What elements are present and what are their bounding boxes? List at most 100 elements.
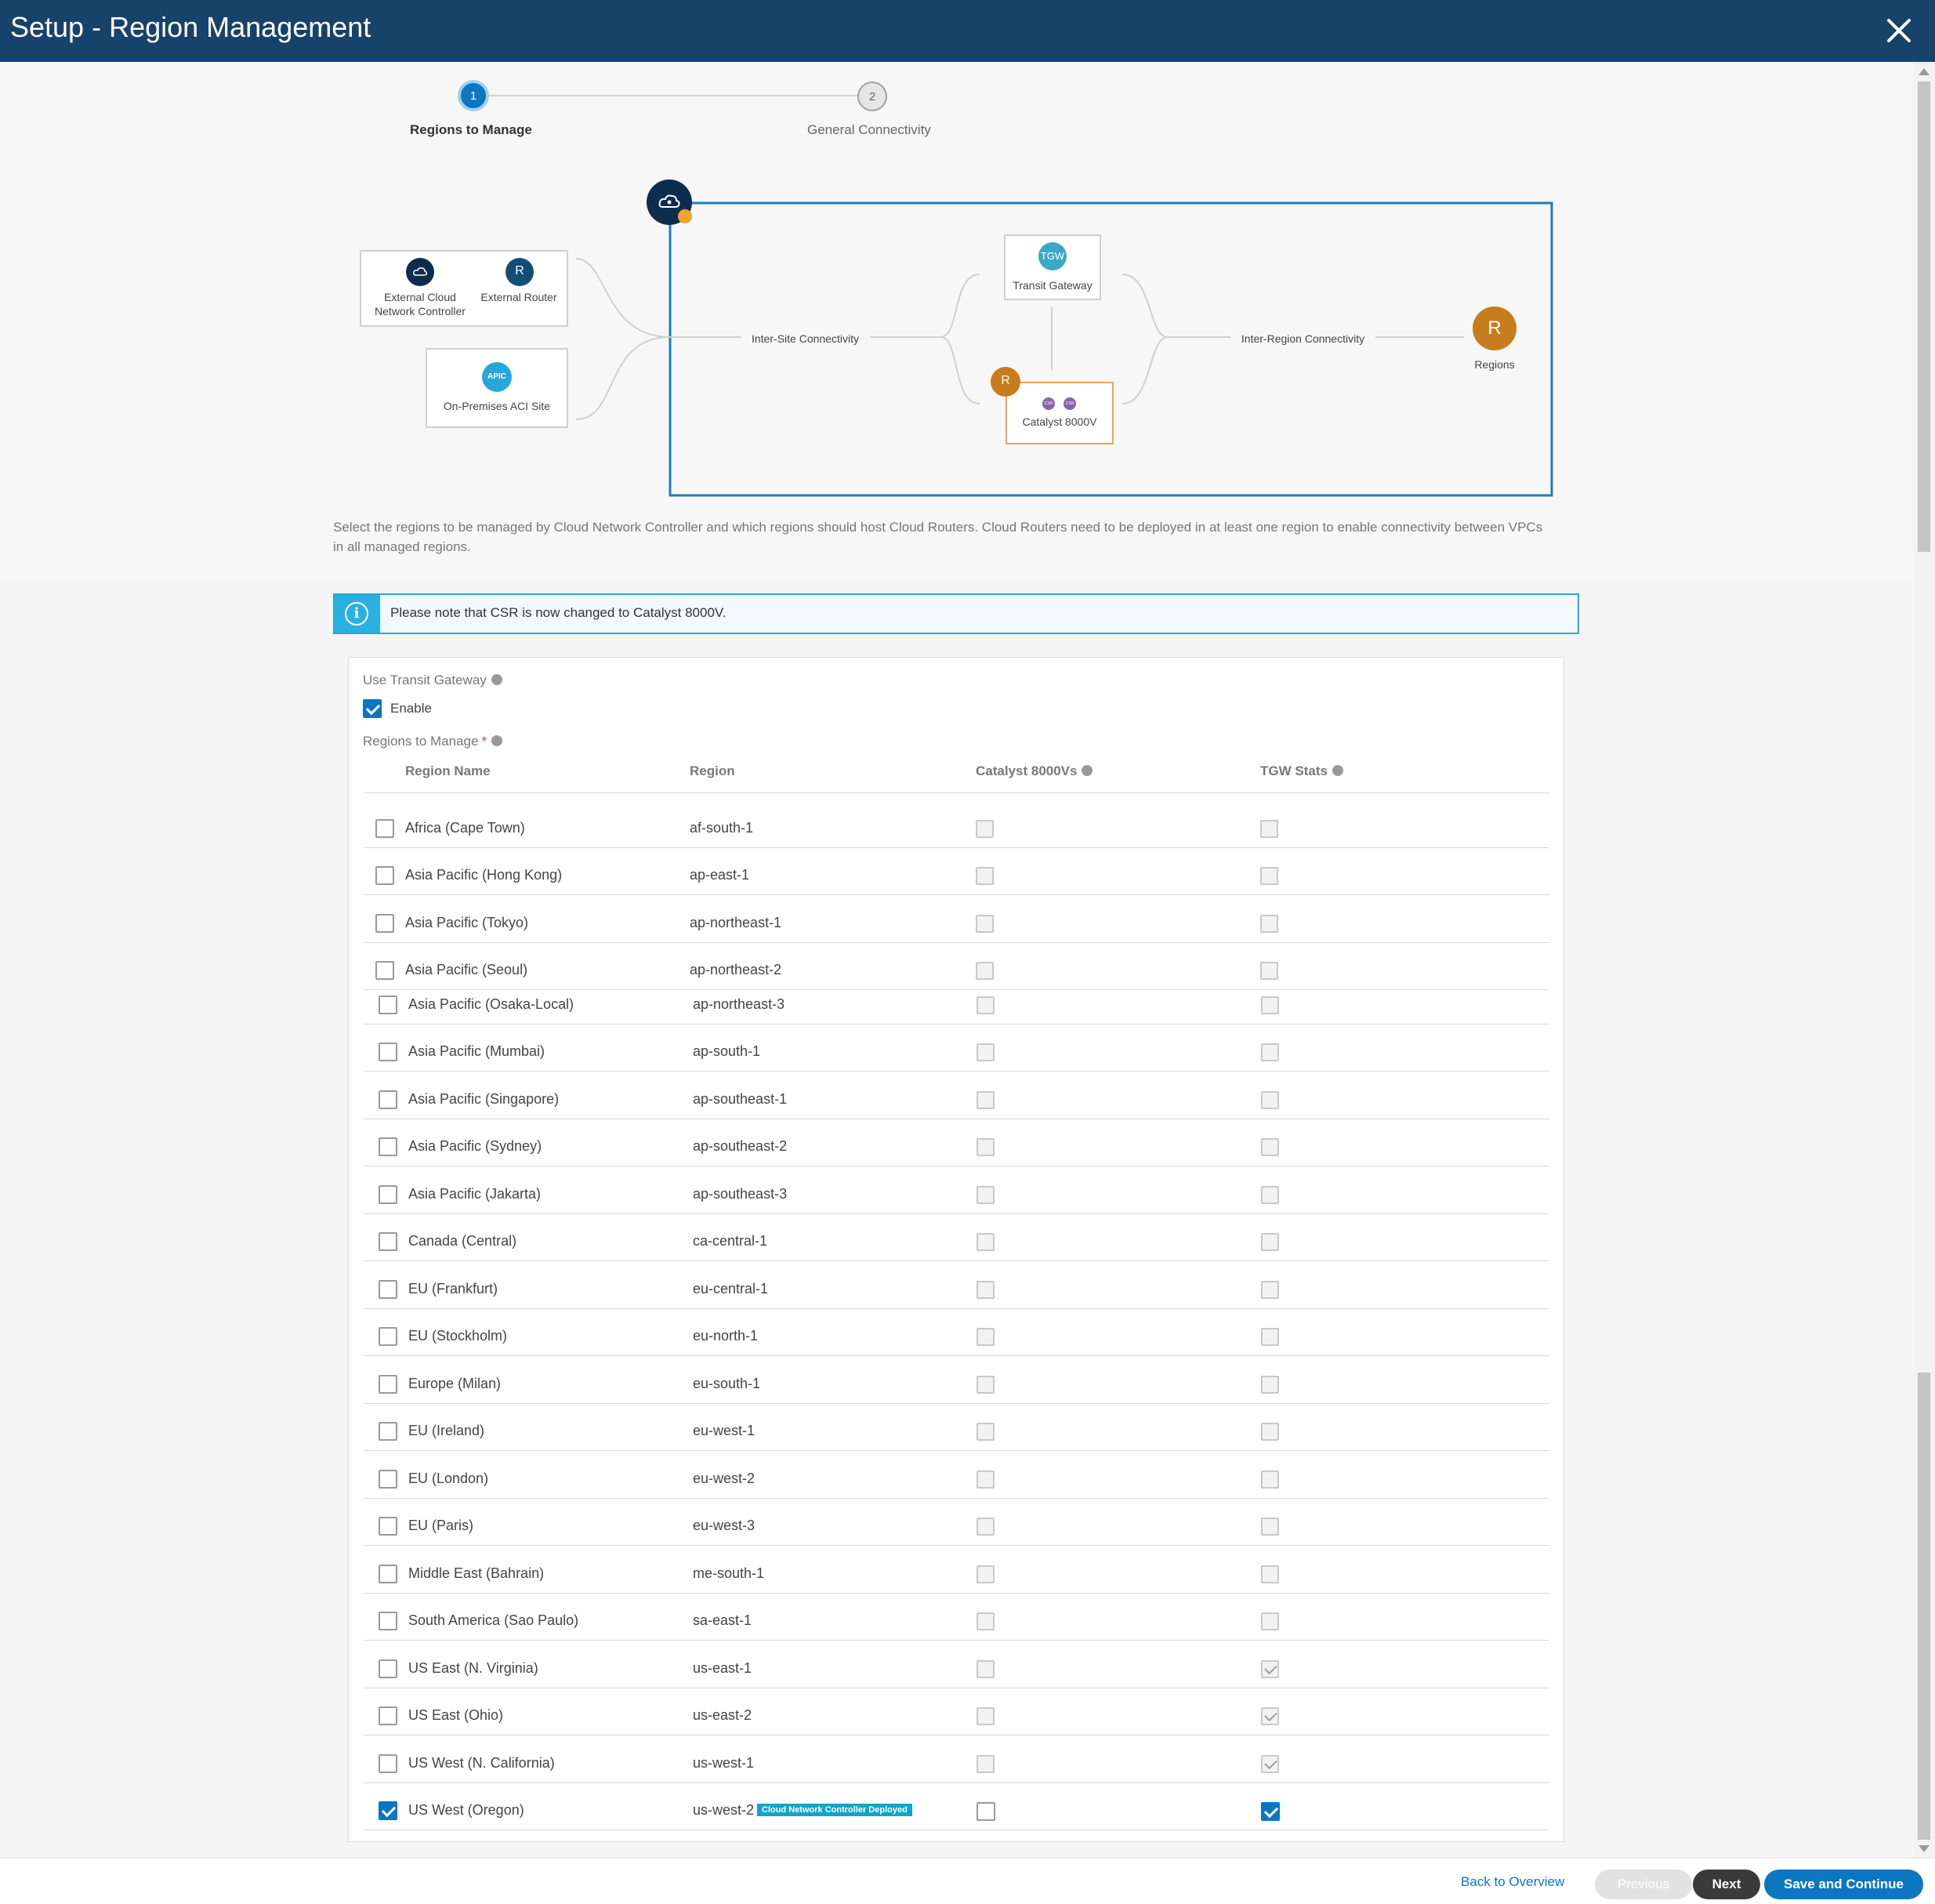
row-select-checkbox[interactable]	[379, 1706, 397, 1725]
row-select-checkbox[interactable]	[379, 1137, 397, 1156]
row-select-checkbox[interactable]	[379, 1375, 397, 1394]
step-2-indicator[interactable]: 2	[857, 82, 887, 111]
close-icon[interactable]	[1884, 16, 1914, 45]
regions-icon: R	[1487, 317, 1502, 339]
table-header-divider	[364, 792, 1549, 793]
region-name-cell: Europe (Milan)	[408, 1376, 502, 1391]
back-to-overview-link[interactable]: Back to Overview	[1461, 1874, 1564, 1890]
region-code-text: ap-east-1	[690, 867, 750, 883]
region-name-cell: Asia Pacific (Sydney)	[408, 1138, 542, 1154]
enable-tgw-checkbox[interactable]	[363, 699, 382, 718]
region-code-cell: ap-southeast-3	[693, 1186, 787, 1202]
row-divider	[364, 1260, 1549, 1261]
row-select-checkbox[interactable]	[379, 1565, 397, 1583]
tgw-stats-checkbox	[1261, 1707, 1279, 1725]
row-divider	[364, 1640, 1549, 1641]
tgw-stats-checkbox[interactable]	[1261, 1802, 1280, 1821]
row-select-checkbox[interactable]	[379, 1517, 397, 1536]
interregion-label: Inter-Region Connectivity	[1230, 332, 1375, 346]
row-select-checkbox[interactable]	[379, 1470, 397, 1489]
row-select-checkbox[interactable]	[375, 866, 394, 885]
step-1-indicator[interactable]: 1	[458, 80, 489, 111]
region-code-cell: sa-east-1	[693, 1612, 752, 1629]
help-icon[interactable]	[491, 735, 503, 747]
row-divider	[364, 1545, 1549, 1546]
region-code-text: us-east-1	[693, 1660, 752, 1676]
tgw-stats-checkbox	[1261, 1281, 1279, 1299]
tgw-stats-checkbox	[1261, 1518, 1279, 1536]
scroll-up-arrow[interactable]	[1919, 68, 1930, 75]
region-code-cell: ap-southeast-1	[693, 1091, 787, 1108]
help-icon[interactable]	[1332, 765, 1343, 777]
tgw-stats-checkbox	[1260, 962, 1278, 980]
row-select-checkbox[interactable]	[379, 1232, 397, 1251]
csr-icon-1: CSR	[1044, 401, 1053, 406]
previous-button[interactable]: Previous	[1595, 1870, 1692, 1899]
catalyst-checkbox	[976, 820, 994, 838]
help-icon[interactable]	[1082, 765, 1093, 777]
row-select-checkbox[interactable]	[379, 996, 397, 1014]
column-catalyst[interactable]: Catalyst 8000Vs	[976, 763, 1093, 779]
row-select-checkbox[interactable]	[375, 914, 394, 933]
region-name-cell: Canada (Central)	[408, 1233, 517, 1249]
region-name-cell: Asia Pacific (Seoul)	[405, 962, 528, 977]
region-code-text: ca-central-1	[693, 1233, 768, 1249]
required-mark: *	[481, 734, 487, 749]
tgw-stats-checkbox	[1260, 820, 1278, 838]
region-code-text: us-west-1	[693, 1755, 755, 1771]
notice-text: Please note that CSR is now changed to C…	[390, 605, 727, 620]
catalyst-checkbox	[977, 1091, 995, 1109]
regions-to-manage-text: Regions to Manage	[363, 734, 479, 749]
region-code-cell: eu-west-1	[693, 1423, 755, 1439]
scrollbar-thumb-lower[interactable]	[1918, 1373, 1930, 1840]
row-select-checkbox[interactable]	[379, 1422, 397, 1441]
tgw-stats-checkbox	[1261, 996, 1279, 1014]
region-code-text: eu-central-1	[693, 1281, 769, 1297]
region-name-cell: EU (Frankfurt)	[408, 1281, 498, 1297]
next-button[interactable]: Next	[1693, 1870, 1760, 1899]
region-code-text: eu-west-2	[693, 1471, 756, 1486]
scroll-down-arrow[interactable]	[1919, 1845, 1930, 1852]
region-code-cell: us-east-1	[693, 1660, 752, 1677]
scrollbar-thumb[interactable]	[1918, 82, 1930, 552]
row-select-checkbox[interactable]	[379, 1754, 397, 1773]
step-2-label[interactable]: General Connectivity	[807, 122, 931, 138]
step-2-number: 2	[868, 89, 876, 103]
external-cloud-label: External Cloud Network Controller	[375, 291, 466, 317]
tgw-stats-checkbox	[1261, 1328, 1279, 1346]
save-and-continue-button[interactable]: Save and Continue	[1764, 1870, 1923, 1899]
column-region[interactable]: Region	[690, 763, 735, 779]
row-select-checkbox[interactable]	[379, 1185, 397, 1204]
enable-label[interactable]: Enable	[390, 701, 432, 716]
step-1-label[interactable]: Regions to Manage	[410, 122, 532, 138]
column-region-name[interactable]: Region Name	[405, 763, 491, 779]
row-select-checkbox[interactable]	[379, 1659, 397, 1678]
region-code-cell: ap-northeast-1	[690, 915, 781, 931]
row-select-checkbox[interactable]	[379, 1043, 397, 1061]
vertical-scrollbar[interactable]	[1914, 62, 1935, 1858]
row-select-checkbox[interactable]	[379, 1090, 397, 1109]
row-select-checkbox[interactable]	[375, 961, 394, 980]
catalyst-checkbox	[977, 1660, 995, 1678]
row-select-checkbox[interactable]	[375, 819, 394, 838]
region-code-text: us-east-2	[693, 1707, 752, 1723]
row-select-checkbox[interactable]	[379, 1801, 397, 1820]
region-code-cell: eu-central-1	[693, 1281, 768, 1297]
row-select-checkbox[interactable]	[379, 1327, 397, 1346]
tgw-stats-checkbox	[1261, 1660, 1279, 1678]
external-router-icon: R	[515, 264, 524, 277]
catalyst-checkbox	[977, 1233, 995, 1251]
region-code-cell: ap-northeast-2	[690, 962, 781, 978]
region-code-cell: us-east-2	[693, 1707, 752, 1724]
column-tgw-stats[interactable]: TGW Stats	[1260, 763, 1343, 779]
stepper-connector	[486, 95, 858, 96]
row-select-checkbox[interactable]	[379, 1280, 397, 1299]
catalyst-checkbox[interactable]	[977, 1802, 995, 1821]
row-select-checkbox[interactable]	[379, 1612, 397, 1630]
region-code-text: ap-south-1	[693, 1043, 761, 1059]
tgw-stats-checkbox	[1261, 1423, 1279, 1441]
help-icon[interactable]	[491, 674, 502, 686]
row-divider	[364, 1593, 1549, 1594]
region-code-text: sa-east-1	[693, 1612, 752, 1628]
region-code-cell: ca-central-1	[693, 1233, 767, 1249]
